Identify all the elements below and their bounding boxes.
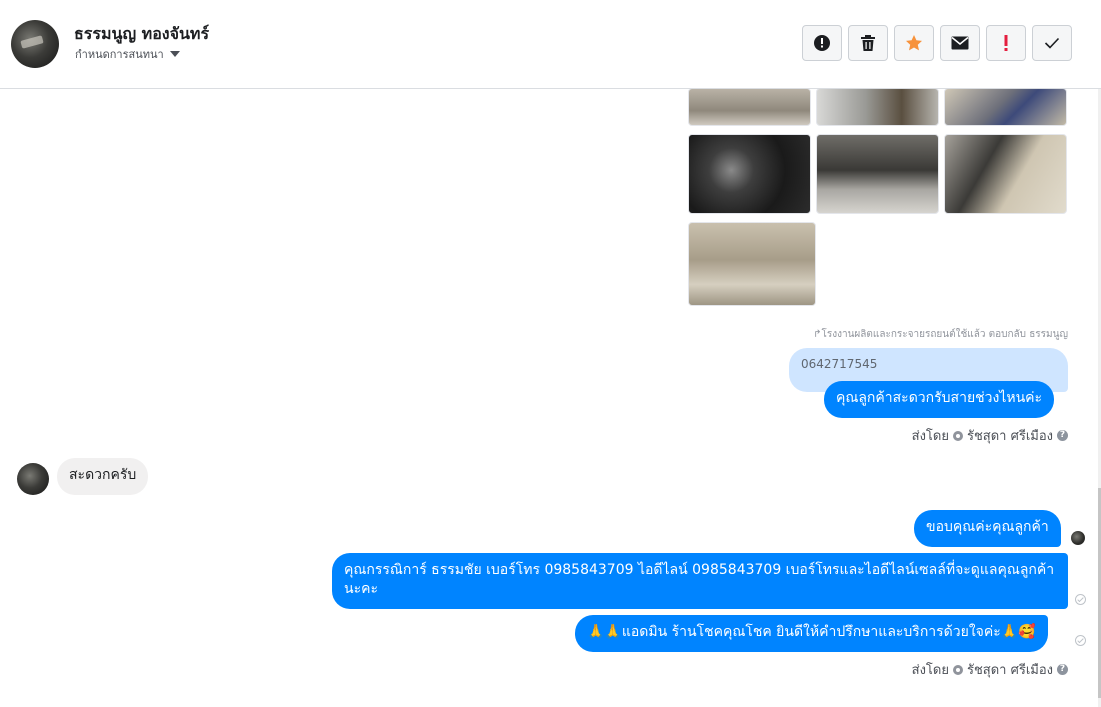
alert-circle-icon [814, 35, 830, 51]
delete-button[interactable] [848, 25, 888, 61]
sender-name[interactable]: รัชสุดา ศรีเมือง [967, 659, 1053, 680]
outgoing-message[interactable]: คุณลูกค้าสะดวกรับสายช่วงไหนค่ะ [824, 381, 1055, 418]
gear-icon [952, 664, 963, 675]
outgoing-message[interactable]: ขอบคุณค่ะคุณลูกค้า [914, 510, 1061, 547]
exclamation-icon [1004, 35, 1008, 51]
photo-engine-bay[interactable] [816, 134, 939, 214]
outgoing-message[interactable]: 🙏🙏แอดมิน ร้านโชคคุณโชค ยินดีให้คำปรึกษาแ… [575, 615, 1048, 652]
done-button[interactable] [1032, 25, 1072, 61]
star-button[interactable] [894, 25, 934, 61]
photo-front-seats[interactable] [944, 134, 1067, 214]
trash-icon [861, 35, 875, 51]
sender-name[interactable]: รัชสุดา ศรีเมือง [967, 425, 1053, 446]
check-icon [1044, 37, 1060, 49]
incoming-message[interactable]: สะดวกครับ [57, 458, 149, 495]
conversation-settings-dropdown[interactable]: กำหนดการสนทนา [75, 45, 180, 63]
sent-by-info: ส่งโดย รัชสุดา ศรีเมือง ? [912, 659, 1068, 680]
photo-rear-cab[interactable] [688, 222, 816, 306]
contact-avatar[interactable] [11, 20, 59, 68]
photo-interior-door[interactable] [688, 88, 811, 126]
sent-by-label: ส่งโดย [911, 429, 949, 444]
sent-by-info: ส่งโดย รัชสุดา ศรีเมือง ? [912, 425, 1068, 446]
contact-avatar-small[interactable] [17, 463, 49, 495]
photo-dashboard-gauges[interactable] [688, 134, 811, 214]
star-icon [906, 35, 922, 51]
outgoing-message[interactable]: คุณกรรณิการ์ ธรรมชัย เบอร์โทร 0985843709… [332, 553, 1068, 609]
reply-note-text: โรงงานผลิตและกระจายรถยนต์ใช้แล้ว ตอบกลับ… [821, 329, 1068, 340]
sent-by-label: ส่งโดย [911, 663, 949, 678]
gear-icon [952, 430, 963, 441]
photo-steering-wheel[interactable] [944, 88, 1067, 126]
mark-spam-button[interactable] [802, 25, 842, 61]
conversation-settings-label: กำหนดการสนทนา [75, 48, 164, 61]
delivered-check-icon [1075, 594, 1086, 605]
conversation-header: ธรรมนูญ ทองจันทร์ กำหนดการสนทนา [0, 0, 1101, 89]
help-icon[interactable]: ? [1057, 664, 1068, 675]
reply-note: ↱โรงงานผลิตและกระจายรถยนต์ใช้แล้ว ตอบกลั… [813, 329, 1068, 340]
mark-unread-button[interactable] [940, 25, 980, 61]
caret-down-icon [169, 51, 180, 57]
priority-button[interactable] [986, 25, 1026, 61]
photo-wheel[interactable] [816, 88, 939, 126]
envelope-icon [951, 36, 969, 50]
contact-name[interactable]: ธรรมนูญ ทองจันทร์ [74, 22, 209, 47]
action-toolbar [802, 25, 1072, 61]
delivered-check-icon [1075, 635, 1086, 646]
help-icon[interactable]: ? [1057, 430, 1068, 441]
seen-avatar [1071, 531, 1085, 545]
